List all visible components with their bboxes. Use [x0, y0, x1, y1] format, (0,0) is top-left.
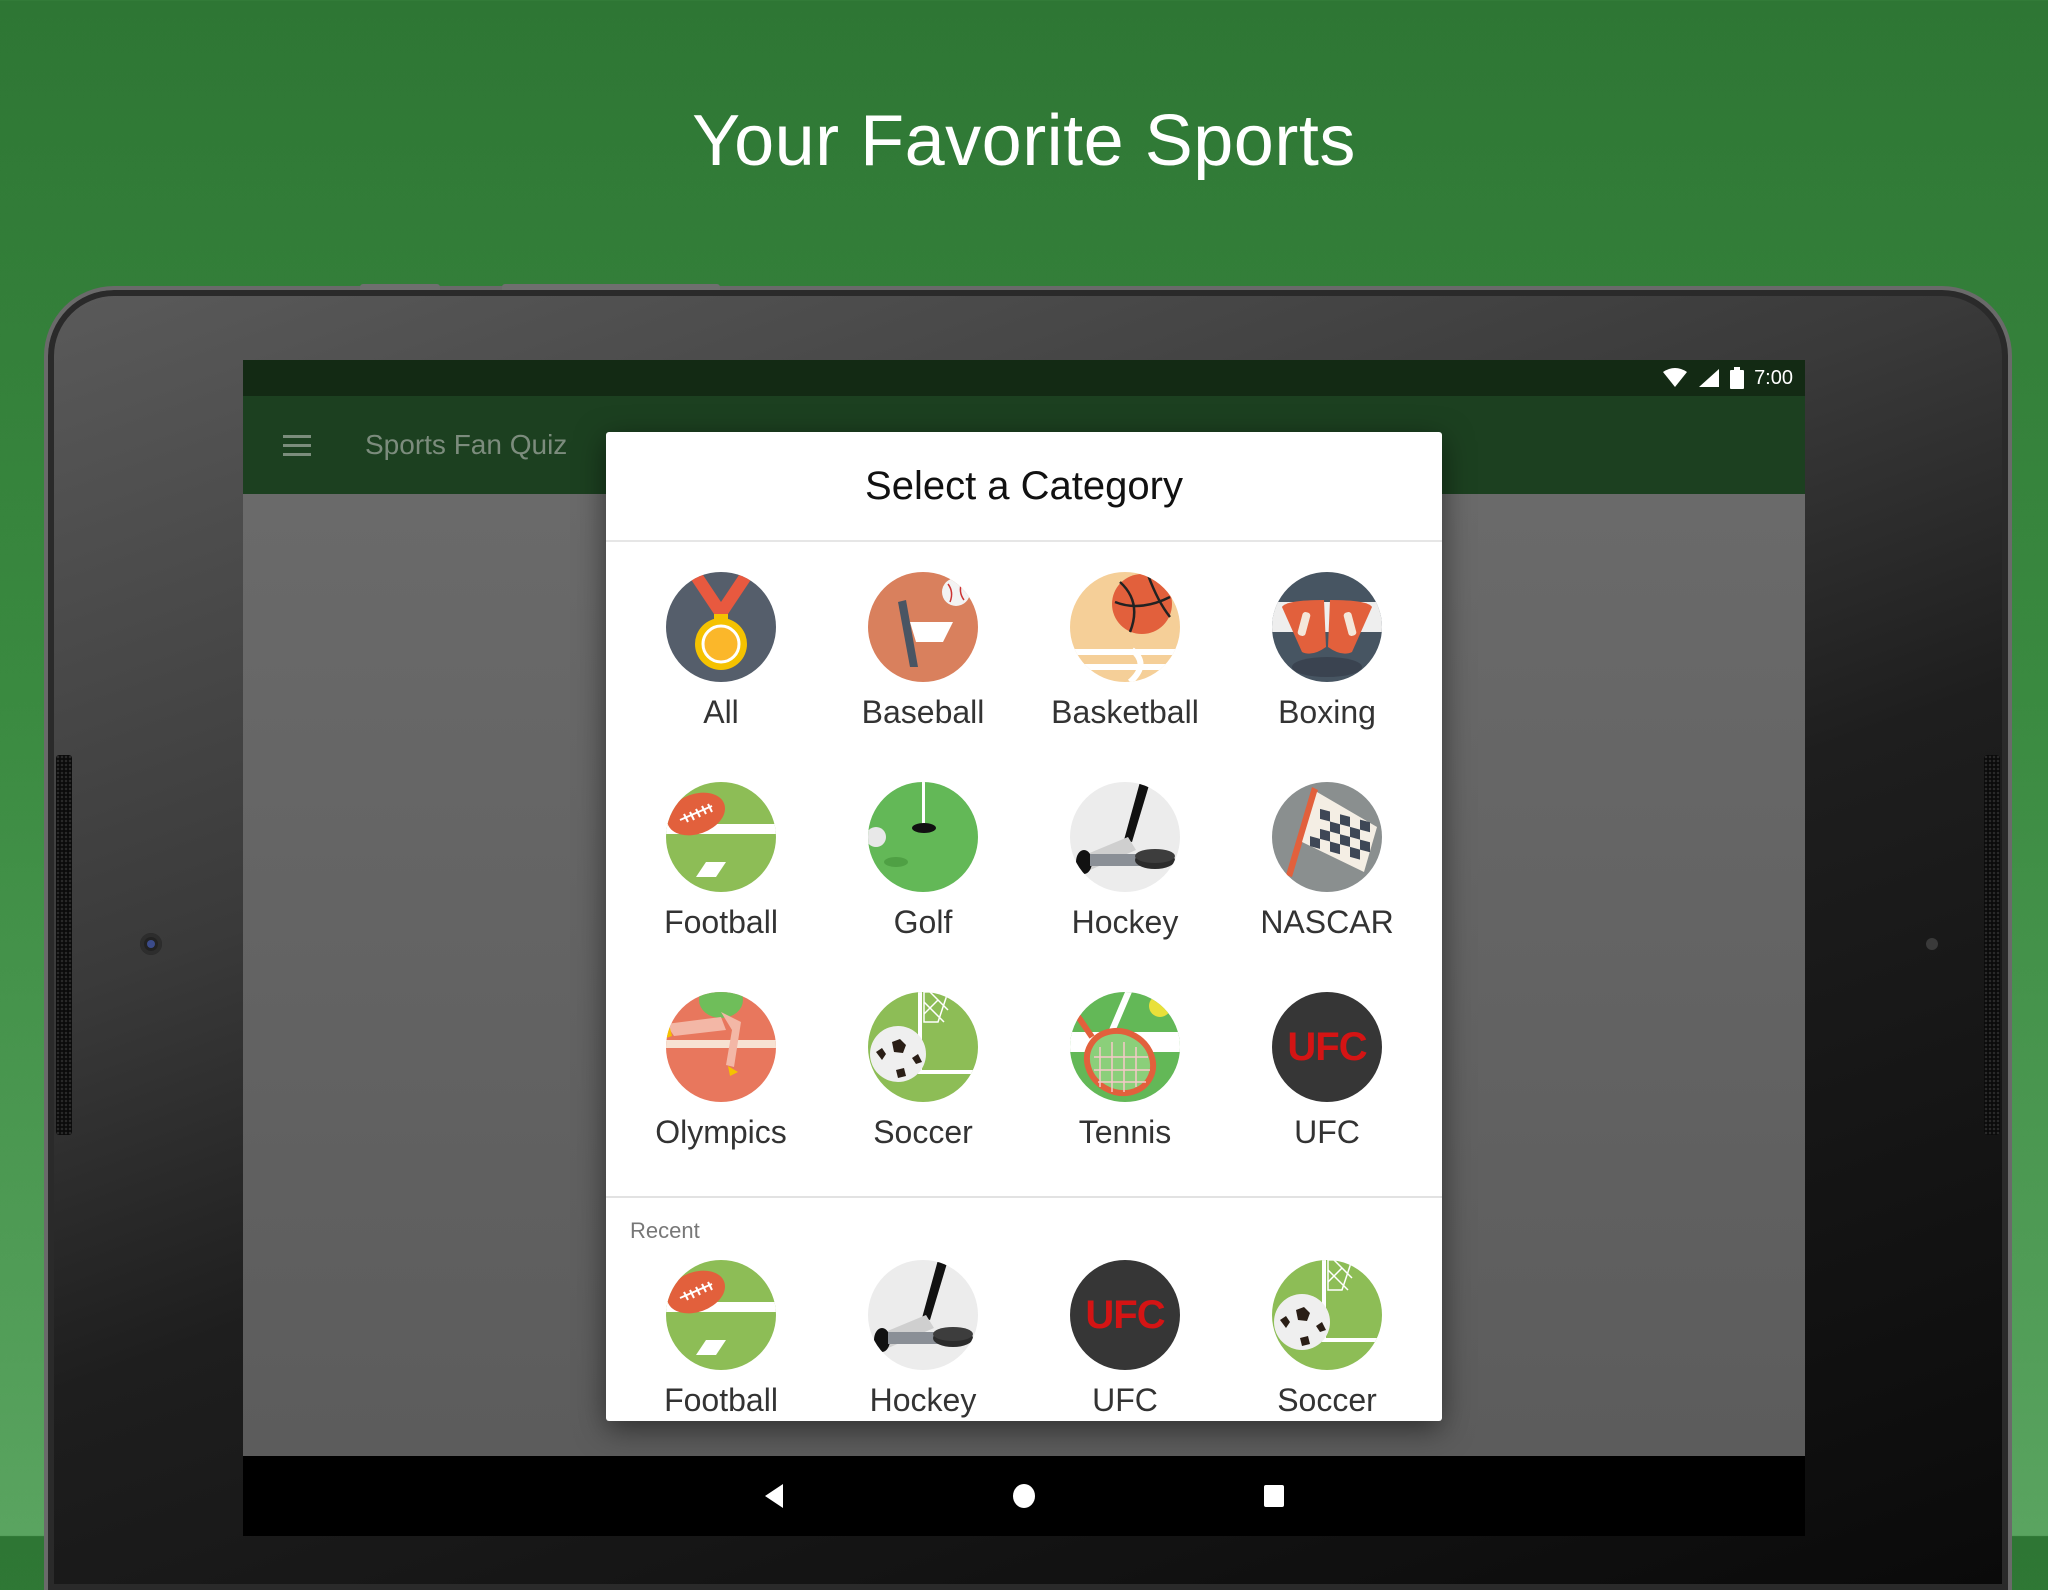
football-icon — [666, 782, 776, 892]
category-label: Boxing — [1278, 694, 1376, 730]
light-sensor — [1926, 938, 1938, 950]
ufc-icon: UFC — [1272, 992, 1382, 1102]
navigation-bar — [243, 1456, 1805, 1536]
speaker-grille-right — [1984, 755, 2000, 1135]
category-dialog: Select a Category All Baseball Basketball B… — [606, 432, 1442, 1421]
category-football[interactable]: Football — [620, 772, 822, 982]
battery-icon — [1730, 367, 1745, 389]
category-label: Golf — [893, 904, 953, 940]
app-title: Sports Fan Quiz — [365, 429, 568, 460]
medal-icon — [666, 572, 776, 682]
football-icon — [666, 1260, 776, 1370]
back-icon — [765, 1484, 783, 1508]
category-basketball[interactable]: Basketball — [1024, 562, 1226, 772]
clock: 7:00 — [1754, 366, 1793, 389]
category-olympics[interactable]: Olympics — [620, 982, 822, 1192]
recent-football[interactable]: Football — [620, 1250, 822, 1430]
soccer-ball-icon — [868, 992, 978, 1102]
ufc-logo-text: UFC — [1287, 1024, 1367, 1069]
category-label: UFC — [1294, 1114, 1360, 1150]
recent-soccer[interactable]: Soccer — [1226, 1250, 1428, 1430]
hamburger-menu-icon[interactable] — [283, 434, 311, 456]
back-button[interactable] — [649, 1456, 899, 1536]
category-hockey[interactable]: Hockey — [1024, 772, 1226, 982]
category-label: Football — [664, 1382, 778, 1418]
power-button — [502, 284, 720, 290]
home-button[interactable] — [899, 1456, 1149, 1536]
soccer-ball-icon — [1272, 1260, 1382, 1370]
hockey-icon — [868, 1260, 978, 1370]
category-label: Soccer — [1277, 1382, 1377, 1418]
category-label: Hockey — [1071, 904, 1179, 940]
category-label: Hockey — [869, 1382, 977, 1418]
home-icon — [1013, 1484, 1035, 1508]
category-soccer[interactable]: Soccer — [822, 982, 1024, 1192]
recent-hockey[interactable]: Hockey — [822, 1250, 1024, 1430]
basketball-icon — [1070, 572, 1180, 682]
wifi-icon — [1663, 368, 1688, 387]
category-label: Basketball — [1051, 694, 1199, 730]
category-nascar[interactable]: NASCAR — [1226, 772, 1428, 982]
recent-label: Recent — [630, 1218, 700, 1243]
hurdler-icon — [666, 992, 776, 1102]
recents-icon — [1264, 1485, 1284, 1507]
dialog-title: Select a Category — [606, 432, 1442, 542]
baseball-icon — [868, 572, 978, 682]
signal-icon — [1699, 369, 1720, 387]
front-camera — [140, 933, 162, 955]
status-bar: 7:00 — [243, 360, 1805, 396]
category-ufc[interactable]: UFC UFC — [1226, 982, 1428, 1192]
recent-grid: Football Hockey UFC UFC Soccer — [606, 1244, 1442, 1430]
checkered-flag-icon — [1272, 782, 1382, 892]
ufc-icon: UFC — [1070, 1260, 1180, 1370]
category-tennis[interactable]: Tennis — [1024, 982, 1226, 1192]
category-all[interactable]: All — [620, 562, 822, 772]
category-golf[interactable]: Golf — [822, 772, 1024, 982]
recents-button[interactable] — [1149, 1456, 1399, 1536]
category-label: Tennis — [1078, 1114, 1172, 1150]
volume-button — [360, 284, 440, 290]
category-grid: All Baseball Basketball Boxing Football Golf H… — [606, 542, 1442, 1192]
category-boxing[interactable]: Boxing — [1226, 562, 1428, 772]
recent-ufc[interactable]: UFC UFC — [1024, 1250, 1226, 1430]
ufc-logo-text: UFC — [1085, 1292, 1165, 1337]
category-label: UFC — [1092, 1382, 1158, 1418]
hockey-icon — [1070, 782, 1180, 892]
tennis-racket-icon — [1070, 992, 1180, 1102]
category-label: All — [703, 694, 739, 730]
category-label: Baseball — [861, 694, 985, 730]
category-label: Football — [664, 904, 778, 940]
category-label: NASCAR — [1260, 904, 1394, 940]
golf-icon — [868, 782, 978, 892]
promo-title: Your Favorite Sports — [692, 101, 1356, 181]
boxing-gloves-icon — [1272, 572, 1382, 682]
category-baseball[interactable]: Baseball — [822, 562, 1024, 772]
category-label: Olympics — [655, 1114, 787, 1150]
speaker-grille-left — [56, 755, 72, 1135]
category-label: Soccer — [873, 1114, 973, 1150]
